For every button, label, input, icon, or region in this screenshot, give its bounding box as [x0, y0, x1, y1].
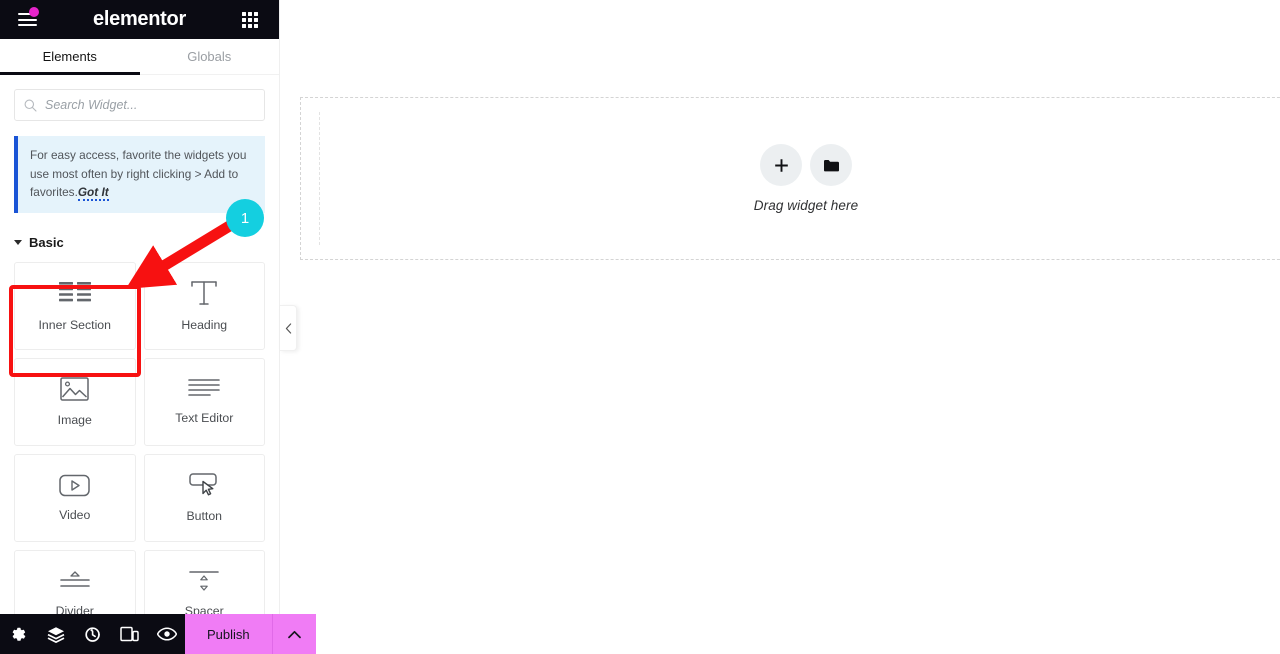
dropzone-actions — [760, 144, 852, 186]
search-input[interactable] — [45, 98, 255, 112]
search-box[interactable] — [14, 89, 265, 121]
widget-label: Image — [57, 413, 92, 427]
chevron-up-icon — [287, 630, 301, 638]
widget-label: Button — [186, 509, 223, 523]
widget-image[interactable]: Image — [14, 357, 136, 446]
widget-grid: Inner Section Heading Image Text Editor … — [14, 261, 265, 638]
widget-label: Video — [59, 507, 91, 522]
panel-footer: Publish — [0, 614, 316, 654]
widgets-panel: elementor Elements Globals Search Widget… — [0, 0, 316, 654]
tab-globals[interactable]: Globals — [140, 39, 280, 74]
hamburger-menu-icon[interactable] — [0, 0, 54, 39]
elementor-editor: Drag widget here elementor Elements Glob… — [0, 0, 1280, 654]
text-editor-icon — [188, 379, 221, 396]
plus-icon[interactable] — [760, 144, 802, 186]
search-icon — [24, 99, 37, 112]
image-icon — [60, 377, 89, 401]
widget-label: Text Editor — [175, 411, 234, 425]
widget-label: Heading — [181, 318, 228, 332]
widget-heading[interactable]: Heading — [143, 261, 265, 350]
dropzone-label: Drag widget here — [753, 198, 859, 213]
favorites-notice: For easy access, favorite the widgets yo… — [14, 136, 265, 213]
section-dropzone-outline: Drag widget here — [300, 97, 1280, 260]
history-icon[interactable] — [74, 614, 111, 654]
editor-canvas[interactable]: Drag widget here — [280, 0, 1280, 654]
panel-tabs: Elements Globals — [0, 39, 279, 75]
inner-section-icon — [58, 281, 91, 301]
caret-down-icon — [14, 239, 22, 245]
responsive-mode-icon[interactable] — [111, 614, 148, 654]
preview-eye-icon[interactable] — [148, 614, 185, 654]
widget-video[interactable]: Video — [14, 453, 136, 542]
panel-collapse-handle[interactable] — [280, 305, 297, 351]
publish-group: Publish — [185, 614, 316, 654]
category-label: Basic — [29, 234, 64, 250]
widget-list-scroll[interactable]: Inner Section Heading Image Text Editor … — [0, 250, 279, 654]
settings-gear-icon[interactable] — [0, 614, 37, 654]
spacer-icon — [189, 571, 220, 591]
notification-dot — [29, 7, 39, 17]
drag-widget-dropzone[interactable]: Drag widget here — [301, 98, 1280, 259]
widget-button[interactable]: Button — [143, 453, 265, 542]
video-icon — [59, 474, 90, 496]
panel-header: elementor — [0, 0, 279, 39]
chevron-left-icon — [285, 322, 291, 334]
publish-button[interactable]: Publish — [185, 614, 272, 654]
got-it-button[interactable]: Got It — [77, 185, 109, 201]
tab-elements[interactable]: Elements — [0, 39, 140, 75]
category-basic-header[interactable]: Basic — [14, 235, 279, 250]
folder-icon[interactable] — [810, 144, 852, 186]
search-section — [0, 75, 279, 121]
widget-label: Inner Section — [38, 317, 111, 332]
button-icon — [189, 473, 217, 496]
divider-icon — [59, 571, 90, 587]
heading-icon — [191, 281, 217, 305]
layers-navigator-icon[interactable] — [37, 614, 74, 654]
widget-inner-section[interactable]: Inner Section — [14, 261, 136, 350]
app-grid-icon[interactable] — [233, 0, 267, 39]
footer-icon-group — [0, 614, 185, 654]
notice-text: For easy access, favorite the widgets yo… — [30, 148, 247, 199]
publish-options-button[interactable] — [271, 614, 316, 654]
widget-text-editor[interactable]: Text Editor — [143, 357, 265, 446]
